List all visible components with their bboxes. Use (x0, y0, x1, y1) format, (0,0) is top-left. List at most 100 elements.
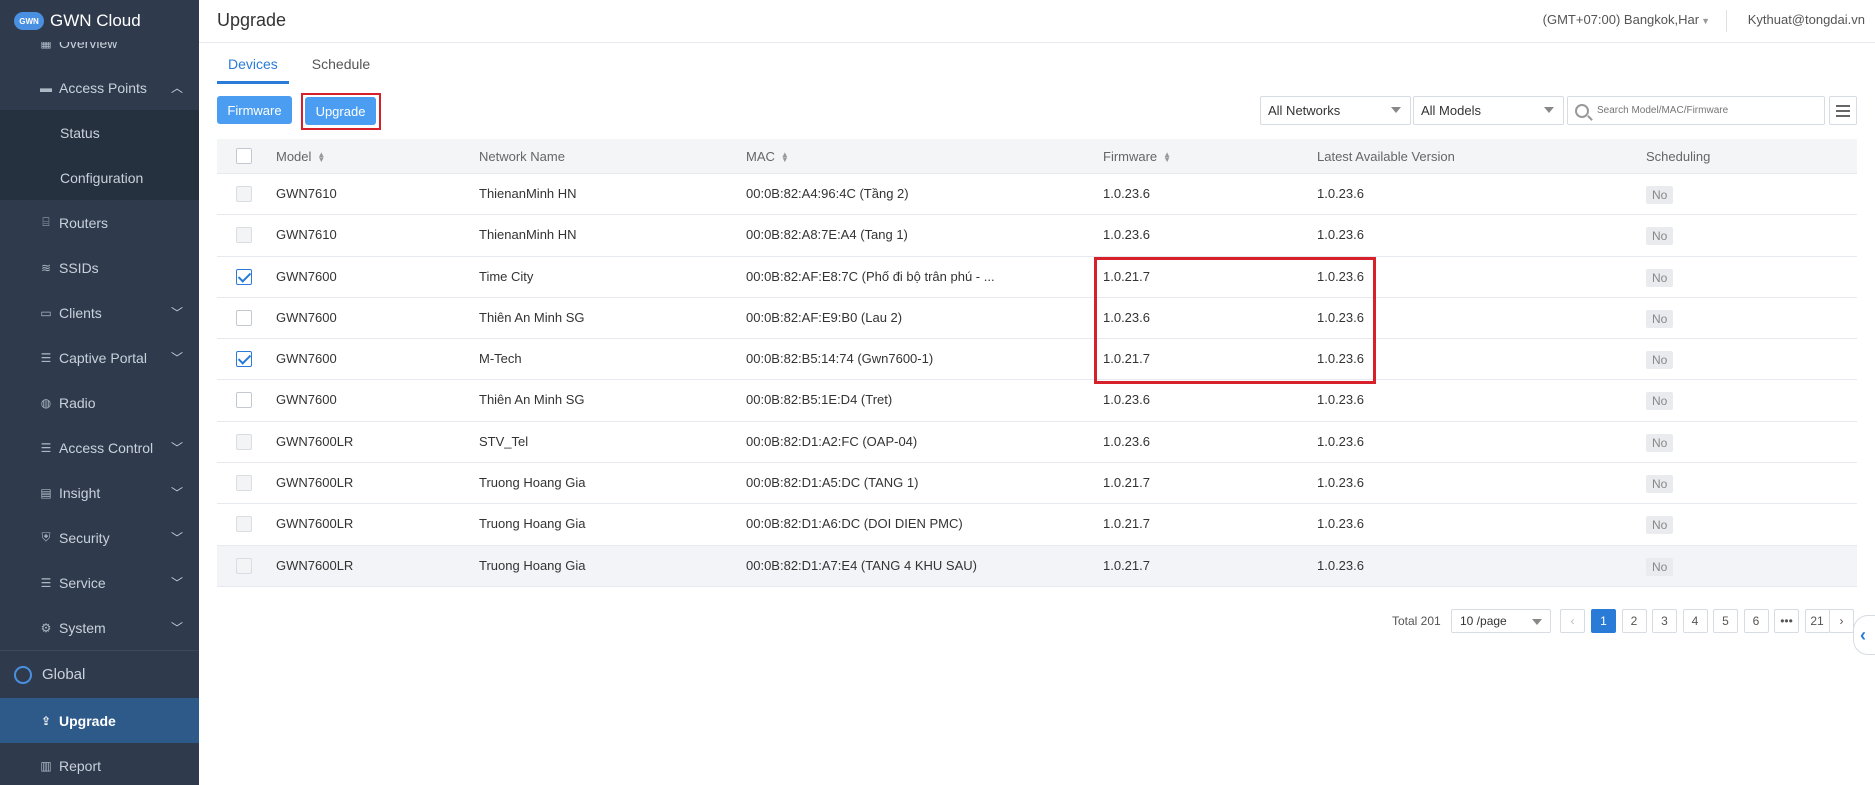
model-filter-select[interactable]: All Models (1413, 96, 1564, 125)
access-point-icon: ▬ (40, 80, 52, 95)
table-row[interactable]: GWN7600LR STV_Tel 00:0B:82:D1:A2:FC (OAP-0… (217, 422, 1857, 464)
cell-network: Thiên An Minh SG (479, 309, 585, 325)
pagination-next[interactable]: › (1829, 609, 1854, 633)
sidebar-item-label: Service (59, 574, 106, 591)
sidebar-item-label: Report (59, 757, 102, 774)
column-header-latest: Latest Available Version (1317, 148, 1455, 164)
sidebar-item-label: Captive Portal (59, 349, 147, 366)
user-account[interactable]: Kythuat@tongdai.vn (1748, 12, 1865, 27)
sidebar-item-service[interactable]: ☰ Service ﹀ (0, 560, 199, 605)
cell-scheduling: No (1646, 516, 1674, 535)
table-row[interactable]: GWN7600LR Truong Hoang Gia 00:0B:82:D1:A7:… (217, 545, 1857, 587)
sidebar-item-routers[interactable]: ⌸ Routers (0, 200, 199, 245)
pagination-page[interactable]: 4 (1682, 609, 1708, 633)
cell-network: ThienanMinh HN (479, 186, 577, 201)
row-checkbox[interactable] (236, 351, 252, 368)
caret-down-icon (1391, 107, 1401, 113)
sidebar-item-upgrade[interactable]: ⇪ Upgrade (0, 698, 199, 743)
cell-model: GWN7600LR (276, 433, 354, 449)
row-checkbox[interactable] (236, 309, 252, 326)
tab-devices[interactable]: Devices (217, 54, 289, 84)
column-header-mac[interactable]: MAC ▲ ▼ (746, 149, 789, 164)
pagination-page[interactable]: 2 (1621, 609, 1647, 633)
cell-firmware: 1.0.23.6 (1103, 433, 1150, 449)
menu-icon-line (1836, 109, 1850, 112)
column-header-label: Model (276, 148, 312, 164)
upgrade-icon: ⇪ (40, 713, 52, 728)
report-icon: ▥ (40, 758, 52, 773)
table-row[interactable]: GWN7610 ThienanMinh HN 00:0B:82:A4:96:4C (… (217, 174, 1857, 216)
row-checkbox (236, 227, 252, 244)
table-row[interactable]: GWN7600 Thiên An Minh SG 00:0B:82:AF:E9:B0… (217, 298, 1857, 340)
search-box[interactable] (1567, 96, 1825, 125)
row-checkbox (236, 516, 252, 533)
sidebar-item-captive-portal[interactable]: ☰ Captive Portal ﹀ (0, 335, 199, 380)
table-row[interactable]: GWN7610 ThienanMinh HN 00:0B:82:A8:7E:A4 (… (217, 215, 1857, 257)
brand[interactable]: GWN GWN Cloud (0, 0, 199, 42)
cell-latest: 1.0.23.6 (1317, 392, 1364, 408)
cell-network: Truong Hoang Gia (479, 475, 586, 491)
sidebar-item-system[interactable]: ⚙ System ﹀ (0, 605, 199, 650)
table-row[interactable]: GWN7600LR Truong Hoang Gia 00:0B:82:D1:A5:… (217, 463, 1857, 505)
row-checkbox[interactable] (236, 392, 252, 409)
pagination-prev[interactable]: ‹ (1560, 609, 1585, 633)
row-checkbox[interactable] (236, 268, 252, 285)
shield-icon: ⛨ (41, 530, 51, 544)
sidebar-item-security[interactable]: ⛨ Security ﹀ (0, 515, 199, 560)
cell-network: Truong Hoang Gia (479, 557, 586, 573)
tab-schedule[interactable]: Schedule (301, 54, 381, 84)
sidebar-item-configuration[interactable]: Configuration (0, 155, 199, 200)
pagination-page[interactable]: 1 (1591, 609, 1616, 633)
select-all-checkbox[interactable] (236, 148, 252, 164)
search-input[interactable] (1597, 105, 1817, 116)
table-row[interactable]: GWN7600 Time City 00:0B:82:AF:E8:7C (Phố đ… (217, 257, 1857, 298)
cell-mac: 00:0B:82:AF:E9:B0 (Lau 2) (746, 309, 903, 325)
page-size-select[interactable]: 10 /page (1451, 609, 1551, 633)
pagination-page[interactable]: 3 (1652, 609, 1677, 633)
cell-mac: 00:0B:82:D1:A7:E4 (TANG 4 KHU SAU) (746, 557, 977, 573)
pagination-page[interactable]: ••• (1774, 609, 1799, 633)
cell-model: GWN7600 (276, 309, 337, 325)
sidebar-item-label: Upgrade (59, 712, 116, 729)
network-filter-value: All Networks (1268, 103, 1341, 118)
row-checkbox (236, 475, 252, 492)
table-row[interactable]: GWN7600 Thiên An Minh SG 00:0B:82:B5:1E:D4… (217, 380, 1857, 422)
cell-mac: 00:0B:82:D1:A2:FC (OAP-04) (746, 433, 918, 449)
pagination-page[interactable]: 5 (1713, 609, 1738, 633)
column-header-scheduling: Scheduling (1646, 148, 1711, 164)
cell-network: Thiên An Minh SG (479, 392, 585, 408)
sidebar-item-radio[interactable]: ◍ Radio (0, 380, 199, 425)
sidebar-item-ssids[interactable]: ≋ SSIDs (0, 245, 199, 290)
collapse-panel-tab[interactable]: ‹ (1853, 615, 1875, 655)
chevron-left-icon: ‹ (1860, 624, 1866, 645)
sidebar-item-clients[interactable]: ▭ Clients ﹀ (0, 290, 199, 335)
devices-table: Model ▲ ▼ Network Name MAC ▲ ▼ Firmware ▲ ▼ La… (217, 139, 1857, 587)
column-header-label: MAC (746, 148, 775, 164)
pagination-page[interactable]: 21 (1804, 609, 1830, 633)
timezone-selector[interactable]: (GMT+07:00) Bangkok,Har ▼ (1543, 12, 1710, 27)
menu-icon (1836, 104, 1850, 107)
sidebar-item-access-control[interactable]: ☰ Access Control ﹀ (0, 425, 199, 470)
firmware-button[interactable]: Firmware (217, 96, 292, 124)
sidebar-item-insight[interactable]: ▤ Insight ﹀ (0, 470, 199, 515)
table-row[interactable]: GWN7600LR Truong Hoang Gia 00:0B:82:D1:A6:… (217, 504, 1857, 546)
cell-scheduling: No (1646, 186, 1674, 204)
pagination-page[interactable]: 6 (1743, 609, 1769, 633)
list-icon: ☰ (40, 350, 52, 365)
sidebar-item-label: Insight (59, 484, 101, 501)
network-filter-select[interactable]: All Networks (1260, 96, 1411, 125)
row-checkbox (236, 557, 252, 574)
column-header-firmware[interactable]: Firmware ▲ ▼ (1103, 149, 1171, 164)
upgrade-button[interactable]: Upgrade (305, 97, 376, 125)
sidebar-item-access-points[interactable]: ▬ Access Points ︿ (0, 65, 199, 110)
wifi-icon: ≋ (40, 260, 52, 275)
cell-scheduling: No (1646, 557, 1674, 576)
sidebar-item-report[interactable]: ▥ Report (0, 743, 199, 785)
table-row[interactable]: GWN7600 M-Tech 00:0B:82:B5:14:74 (Gwn7600-… (217, 339, 1857, 381)
column-header-model[interactable]: Model ▲ ▼ (276, 149, 325, 164)
sidebar-global[interactable]: Global (0, 650, 199, 698)
sidebar-item-label: Access Points (59, 79, 147, 96)
chevron-up-icon: ︿ (170, 81, 183, 95)
sidebar-item-status[interactable]: Status (0, 110, 199, 155)
column-menu-button[interactable] (1829, 96, 1857, 125)
